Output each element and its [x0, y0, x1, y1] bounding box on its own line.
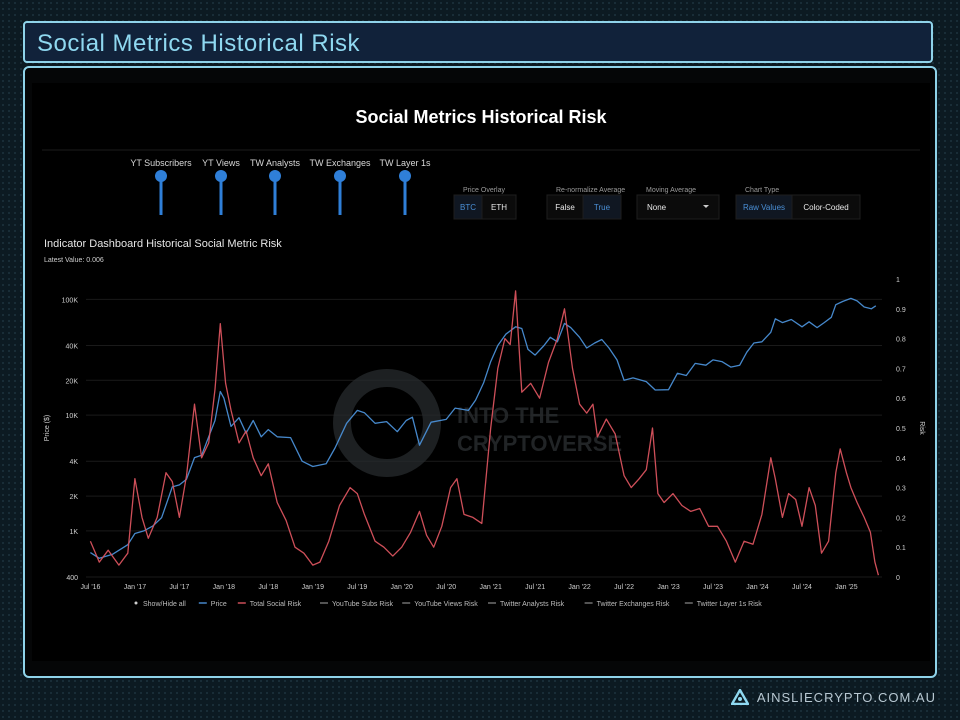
y-right-tick-label: 0	[896, 575, 900, 582]
control-option-label: ETH	[491, 203, 507, 212]
legend-item[interactable]: YouTube Views Risk	[414, 601, 478, 608]
price-series-line	[90, 297, 877, 559]
y-right-axis-title: Risk	[918, 421, 925, 435]
chart-subtitle: Indicator Dashboard Historical Social Me…	[44, 238, 282, 250]
slide-title: Social Metrics Historical Risk	[37, 30, 361, 57]
watermark-logo-icon	[333, 369, 441, 477]
x-tick-label: Jan '19	[302, 584, 324, 591]
social-risk-chart: Social Metrics Historical Risk YT Subscri…	[42, 107, 925, 608]
control-option-label: False	[555, 203, 575, 212]
legend-item[interactable]: Price	[211, 601, 227, 608]
legend-item[interactable]: YouTube Subs Risk	[332, 601, 393, 608]
y-left-axis-title: Price ($)	[44, 415, 51, 441]
y-right-tick-label: 0.4	[896, 456, 906, 463]
watermark-line1: INTO THE	[457, 403, 559, 428]
x-tick-label: Jan '24	[746, 584, 768, 591]
legend-item[interactable]: Show/Hide all	[143, 601, 186, 608]
control-label: Chart Type	[745, 187, 779, 194]
y-left-tick-label: 4K	[69, 459, 78, 466]
y-right-tick-label: 0.2	[896, 515, 906, 522]
control-option-label: True	[594, 203, 611, 212]
y-right-tick-label: 0.1	[896, 545, 906, 552]
y-left-tick-label: 1K	[69, 529, 78, 536]
slider-label: TW Analysts	[250, 158, 301, 168]
ainslie-logo-icon	[730, 689, 749, 705]
y-left-tick-label: 10K	[66, 413, 79, 420]
x-tick-label: Jul '20	[436, 584, 456, 591]
chart-frame: Social Metrics Historical Risk YT Subscri…	[32, 83, 930, 661]
y-right-tick-label: 0.6	[896, 396, 906, 403]
x-tick-label: Jul '16	[80, 584, 100, 591]
y-right-tick-label: 1	[896, 277, 900, 284]
control-option-label: Color-Coded	[803, 203, 848, 212]
legend-item[interactable]: Twitter Analysts Risk	[500, 601, 565, 608]
x-tick-label: Jan '25	[835, 584, 857, 591]
slider-label: YT Subscribers	[130, 158, 192, 168]
control-label: Price Overlay	[463, 187, 506, 194]
x-tick-label: Jul '22	[614, 584, 634, 591]
slider-handle[interactable]	[269, 170, 281, 182]
chart-title: Social Metrics Historical Risk	[355, 107, 607, 127]
legend-item[interactable]: Total Social Risk	[250, 601, 302, 608]
y-left-tick-label: 40K	[66, 343, 79, 350]
footer-site: AINSLIECRYPTO.COM.AU	[756, 689, 936, 705]
legend-item[interactable]: Twitter Layer 1s Risk	[697, 601, 762, 608]
latest-value: Latest Value: 0.006	[44, 257, 104, 264]
x-tick-label: Jul '24	[792, 584, 812, 591]
x-tick-label: Jan '18	[213, 584, 235, 591]
control-label: Re-normalize Average	[556, 187, 625, 194]
y-right-tick-label: 0.8	[896, 337, 906, 344]
footer: AINSLIECRYPTO.COM.AU	[730, 689, 936, 705]
slider-handle[interactable]	[399, 170, 411, 182]
x-tick-label: Jan '20	[391, 584, 413, 591]
x-tick-label: Jul '18	[258, 584, 278, 591]
y-left-tick-label: 2K	[69, 494, 78, 501]
legend-dot	[134, 601, 138, 605]
x-tick-label: Jul '17	[169, 584, 189, 591]
control-label: Moving Average	[646, 187, 696, 194]
x-tick-label: Jan '22	[568, 584, 590, 591]
y-right-tick-label: 0.3	[896, 486, 906, 493]
x-tick-label: Jan '23	[657, 584, 679, 591]
x-tick-label: Jan '21	[479, 584, 501, 591]
legend-item[interactable]: Twitter Exchanges Risk	[597, 601, 670, 608]
x-tick-label: Jul '23	[703, 584, 723, 591]
slider-handle[interactable]	[215, 170, 227, 182]
y-left-tick-label: 100K	[62, 297, 79, 304]
chart-panel: Social Metrics Historical Risk YT Subscri…	[23, 66, 937, 678]
slide-title-bar: Social Metrics Historical Risk	[23, 21, 933, 63]
y-right-tick-label: 0.5	[896, 426, 906, 433]
y-right-tick-label: 0.9	[896, 307, 906, 314]
x-tick-label: Jan '17	[124, 584, 146, 591]
slider-handle[interactable]	[155, 170, 167, 182]
x-tick-label: Jul '21	[525, 584, 545, 591]
slider-label: TW Layer 1s	[379, 158, 431, 168]
slider-label: YT Views	[202, 158, 240, 168]
y-left-tick-label: 400	[66, 575, 78, 582]
control-option-label: Raw Values	[743, 203, 785, 212]
slider-handle[interactable]	[334, 170, 346, 182]
control-option-label: None	[647, 203, 667, 212]
control-option-label: BTC	[460, 203, 476, 212]
slider-label: TW Exchanges	[309, 158, 371, 168]
y-left-tick-label: 20K	[66, 378, 79, 385]
y-right-tick-label: 0.7	[896, 366, 906, 373]
x-tick-label: Jul '19	[347, 584, 367, 591]
